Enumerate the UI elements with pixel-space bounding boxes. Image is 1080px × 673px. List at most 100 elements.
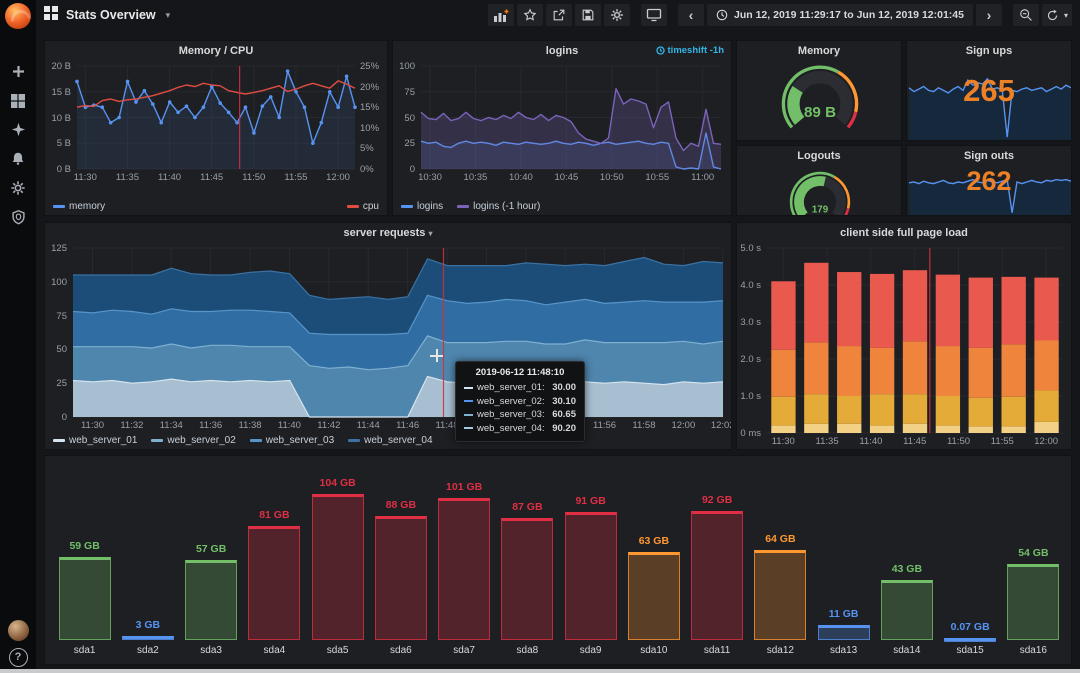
help-icon[interactable]: ? [9, 648, 28, 667]
svg-text:179: 179 [812, 205, 829, 216]
zoom-out-button[interactable] [1013, 4, 1039, 26]
legend-label: web_server_04 [364, 435, 432, 446]
panel-title[interactable]: Memory / CPU [45, 41, 387, 61]
legend-item[interactable]: memory [53, 201, 105, 212]
x-axis-tick: 10:45 [548, 172, 584, 183]
disk-bar[interactable] [312, 494, 364, 640]
disk-name-label: sda11 [686, 645, 749, 656]
x-axis-tick: 11:44 [350, 420, 386, 431]
x-axis-tick: 11:30 [75, 420, 111, 431]
add-panel-button[interactable] [488, 4, 514, 26]
disk-bar[interactable] [881, 580, 933, 640]
x-axis-tick: 11:46 [390, 420, 426, 431]
legend-color-dash [401, 205, 413, 208]
disk-name-label: sda16 [1002, 645, 1065, 656]
create-plus-icon[interactable] [0, 57, 36, 86]
disk-bar[interactable] [185, 560, 237, 640]
memory-gauge[interactable]: 89 B [763, 62, 877, 140]
x-axis-tick: 11:55 [278, 172, 314, 183]
time-range-picker[interactable]: Jun 12, 2019 11:29:17 to Jun 12, 2019 12… [707, 4, 973, 26]
tooltip-series-name: web_server_04: [477, 423, 546, 434]
time-range-forward-button[interactable]: › [976, 4, 1002, 26]
timeshift-tag[interactable]: timeshift -1h [656, 45, 724, 56]
favorite-star-button[interactable] [517, 4, 543, 26]
panel-logins: logins timeshift -1h 025507510010:3010:3… [392, 40, 732, 216]
disk-value-label: 88 GB [369, 499, 432, 511]
x-axis-tick: 11:40 [271, 420, 307, 431]
time-range-back-button[interactable]: ‹ [678, 4, 704, 26]
disk-usage-chart[interactable]: 59 GBsda13 GBsda257 GBsda381 GBsda4104 G… [53, 460, 1065, 662]
dashboard-settings-button[interactable] [604, 4, 630, 26]
legend-item[interactable]: web_server_03 [250, 435, 334, 446]
cycle-view-button[interactable] [641, 4, 667, 26]
grafana-logo[interactable] [5, 3, 31, 29]
graph-legend: memory cpu [53, 199, 379, 213]
panel-title[interactable]: Sign ups [907, 41, 1071, 61]
disk-bar[interactable] [248, 526, 300, 640]
tooltip-row: web_server_02:30.10 [464, 396, 576, 407]
server-requests-graph[interactable]: 025507510012511:3011:3211:3411:3611:3811… [45, 243, 732, 431]
disk-bar[interactable] [628, 552, 680, 640]
disk-name-label: sda15 [939, 645, 1002, 656]
disk-bar[interactable] [944, 638, 996, 642]
graph-legend: logins logins (-1 hour) [401, 199, 723, 213]
x-axis-tick: 11:38 [232, 420, 268, 431]
disk-bar[interactable] [818, 625, 870, 640]
memory-cpu-graph[interactable]: 0 B5 B10 B15 B20 B0%5%10%15%20%25%11:301… [45, 61, 388, 183]
y-axis-tick: 100 [45, 277, 67, 288]
legend-item[interactable]: logins (-1 hour) [457, 201, 540, 212]
share-button[interactable] [546, 4, 572, 26]
disk-bar[interactable] [501, 518, 553, 640]
dashboard-squares-icon[interactable] [44, 6, 58, 25]
save-button[interactable] [575, 4, 601, 26]
tooltip-series-value: 60.65 [552, 409, 576, 420]
configuration-gear-icon[interactable] [0, 173, 36, 202]
tooltip-series-name: web_server_01: [477, 382, 546, 393]
sidebar: ? [0, 0, 36, 673]
panel-title[interactable]: Logouts [737, 146, 901, 166]
x-axis-tick: 12:00 [320, 172, 356, 183]
dashboards-icon[interactable] [0, 86, 36, 115]
title-caret-icon[interactable]: ▾ [166, 10, 171, 21]
page-load-chart[interactable]: 0 ms1.0 s2.0 s3.0 s4.0 s5.0 s11:3011:351… [737, 243, 1072, 449]
graph-legend: web_server_01 web_server_02 web_server_03 w… [53, 433, 723, 447]
legend-item[interactable]: logins [401, 201, 443, 212]
y-axis-tick: 25 [45, 378, 67, 389]
disk-bar[interactable] [122, 636, 174, 640]
disk-bar[interactable] [375, 516, 427, 640]
legend-item[interactable]: web_server_02 [151, 435, 235, 446]
panel-title-caret-icon: ▾ [429, 229, 433, 238]
legend-item[interactable]: web_server_04 [348, 435, 432, 446]
disk-value-label: 81 GB [243, 509, 306, 521]
panel-title[interactable]: Memory [737, 41, 901, 61]
sign-ups-value: 265 [907, 73, 1071, 109]
disk-bar[interactable] [691, 511, 743, 640]
logins-graph[interactable]: 025507510010:3010:3510:4010:4510:5010:55… [393, 61, 732, 183]
disk-bar[interactable] [438, 498, 490, 640]
panel-sign-outs: Sign outs 262 [906, 145, 1072, 216]
panel-title[interactable]: client side full page load [737, 223, 1071, 243]
tooltip-row: web_server_01:30.00 [464, 382, 576, 393]
panel-title[interactable]: server requests ▾ [45, 223, 731, 243]
disk-bar[interactable] [565, 512, 617, 640]
legend-label: cpu [363, 201, 379, 212]
alerting-bell-icon[interactable] [0, 144, 36, 173]
refresh-button[interactable]: ▾ [1042, 4, 1072, 26]
legend-item[interactable]: web_server_01 [53, 435, 137, 446]
disk-value-label: 104 GB [306, 477, 369, 489]
x-axis-tick: 11:36 [193, 420, 229, 431]
refresh-caret-icon: ▾ [1064, 11, 1068, 20]
explore-icon[interactable] [0, 115, 36, 144]
logouts-gauge[interactable]: 179 [775, 169, 865, 216]
disk-bar[interactable] [59, 557, 111, 640]
user-avatar[interactable] [8, 620, 29, 641]
panel-title[interactable]: Sign outs [907, 146, 1071, 166]
server-admin-shield-icon[interactable] [0, 202, 36, 231]
disk-bar[interactable] [754, 550, 806, 640]
y-axis-tick: 100 [393, 61, 415, 72]
panel-sign-ups: Sign ups 265 [906, 40, 1072, 141]
legend-item[interactable]: cpu [347, 201, 379, 212]
disk-bar[interactable] [1007, 564, 1059, 640]
x-axis-tick: 11:58 [626, 420, 662, 431]
dashboard-title[interactable]: Stats Overview [66, 8, 156, 22]
